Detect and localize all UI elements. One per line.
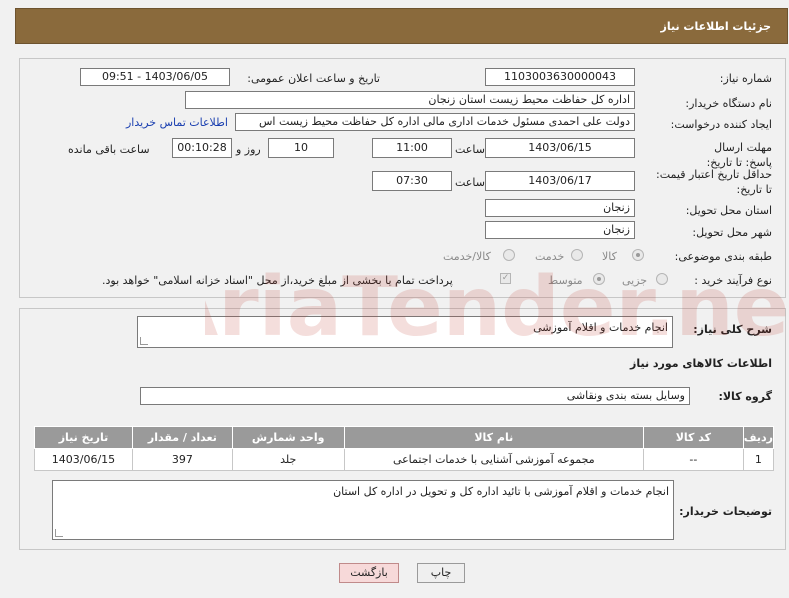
category-option-service: خدمت: [535, 250, 565, 263]
buyer-org-label: نام دستگاه خریدار:: [685, 97, 772, 110]
need-number-field: 1103003630000043: [485, 68, 635, 86]
reply-deadline-date-field: 1403/06/15: [485, 138, 635, 158]
payment-note: پرداخت تمام یا بخشی از مبلغ خرید،از محل …: [102, 274, 453, 287]
cell-item-code: --: [642, 448, 744, 471]
process-option-medium: متوسط: [548, 274, 583, 287]
cell-unit: جلد: [231, 448, 345, 471]
cell-quantity: 397: [131, 448, 233, 471]
contact-info-link[interactable]: اطلاعات تماس خریدار: [126, 116, 228, 129]
remaining-time-field: 00:10:28: [172, 138, 232, 158]
col-header-need-date: تاریخ نیاز: [34, 426, 133, 449]
category-label: طبقه بندی موضوعی:: [674, 250, 772, 263]
goods-group-label: گروه کالا:: [718, 390, 772, 403]
page-header: جزئیات اطلاعات نیاز: [15, 8, 788, 44]
col-header-item-code: کد کالا: [642, 426, 744, 449]
summary-text: انجام خدمات و اقلام آموزشی: [533, 321, 668, 334]
goods-table: ردیف کد کالا نام کالا واحد شمارش تعداد /…: [34, 426, 775, 471]
price-validity-label: حداقل تاریخ اعتبار قیمت: تا تاریخ:: [656, 168, 772, 196]
buyer-notes-text: انجام خدمات و اقلام آموزشی با تائید ادار…: [333, 485, 669, 498]
cell-item-name: مجموعه آموزشی آشنایی با خدمات اجتماعی: [343, 448, 644, 471]
print-button[interactable]: چاپ: [417, 563, 465, 583]
delivery-city-field: زنجان: [485, 221, 635, 239]
cell-need-date: 1403/06/15: [34, 448, 133, 471]
price-validity-date-field: 1403/06/17: [485, 171, 635, 191]
process-option-minor: جزیی: [622, 274, 648, 287]
days-field: 10: [268, 138, 334, 158]
category-radio-service[interactable]: [571, 249, 583, 261]
category-option-goods-service: کالا/خدمت: [443, 250, 491, 263]
reply-time-label: ساعت: [455, 143, 485, 156]
table-header-row: ردیف کد کالا نام کالا واحد شمارش تعداد /…: [34, 426, 775, 449]
summary-textarea: انجام خدمات و اقلام آموزشی: [137, 316, 673, 348]
resize-grip-icon: [55, 529, 63, 537]
price-validity-time-field: 07:30: [372, 171, 452, 191]
page-title: جزئیات اطلاعات نیاز: [660, 20, 772, 33]
col-header-item-name: نام کالا: [343, 426, 644, 449]
resize-grip-icon: [140, 337, 148, 345]
remaining-label: ساعت باقی مانده: [68, 143, 150, 156]
buyer-notes-label: توضیحات خریدار:: [679, 505, 772, 518]
cell-row-number: 1: [742, 448, 775, 471]
process-label: نوع فرآیند خرید :: [694, 274, 772, 287]
col-header-quantity: تعداد / مقدار: [131, 426, 233, 449]
announce-datetime-label: تاریخ و ساعت اعلان عمومی:: [247, 72, 380, 85]
buyer-notes-textarea: انجام خدمات و اقلام آموزشی با تائید ادار…: [52, 480, 674, 540]
table-row: 1 -- مجموعه آموزشی آشنایی با خدمات اجتما…: [34, 448, 775, 471]
requester-field: دولت علی احمدی مسئول خدمات اداری مالی اد…: [235, 113, 635, 131]
col-header-unit: واحد شمارش: [231, 426, 345, 449]
summary-label: شرح کلی نیاز:: [693, 323, 772, 336]
buyer-org-field: اداره کل حفاظت محیط زیست استان زنجان: [185, 91, 635, 109]
delivery-province-field: زنجان: [485, 199, 635, 217]
process-radio-medium[interactable]: [593, 273, 605, 285]
announce-datetime-field: 1403/06/05 - 09:51: [80, 68, 230, 86]
reply-deadline-time-field: 11:00: [372, 138, 452, 158]
back-button[interactable]: بازگشت: [339, 563, 399, 583]
goods-group-field: وسایل بسته بندی ونقاشی: [140, 387, 690, 405]
delivery-province-label: استان محل تحویل:: [685, 204, 772, 217]
category-radio-goods[interactable]: [632, 249, 644, 261]
reply-deadline-label: مهلت ارسال پاسخ: تا تاریخ:: [706, 141, 772, 169]
process-radio-minor[interactable]: [656, 273, 668, 285]
price-time-label: ساعت: [455, 176, 485, 189]
treasury-payment-checkbox[interactable]: ✓: [500, 273, 511, 284]
requester-label: ایجاد کننده درخواست:: [670, 118, 772, 131]
category-option-goods: کالا: [602, 250, 617, 263]
need-number-label: شماره نیاز:: [719, 72, 772, 85]
category-radio-goods-service[interactable]: [503, 249, 515, 261]
days-label: روز و: [236, 143, 261, 156]
delivery-city-label: شهر محل تحویل:: [692, 226, 772, 239]
col-header-row-number: ردیف: [742, 426, 775, 449]
goods-info-title: اطلاعات کالاهای مورد نیاز: [630, 357, 772, 370]
